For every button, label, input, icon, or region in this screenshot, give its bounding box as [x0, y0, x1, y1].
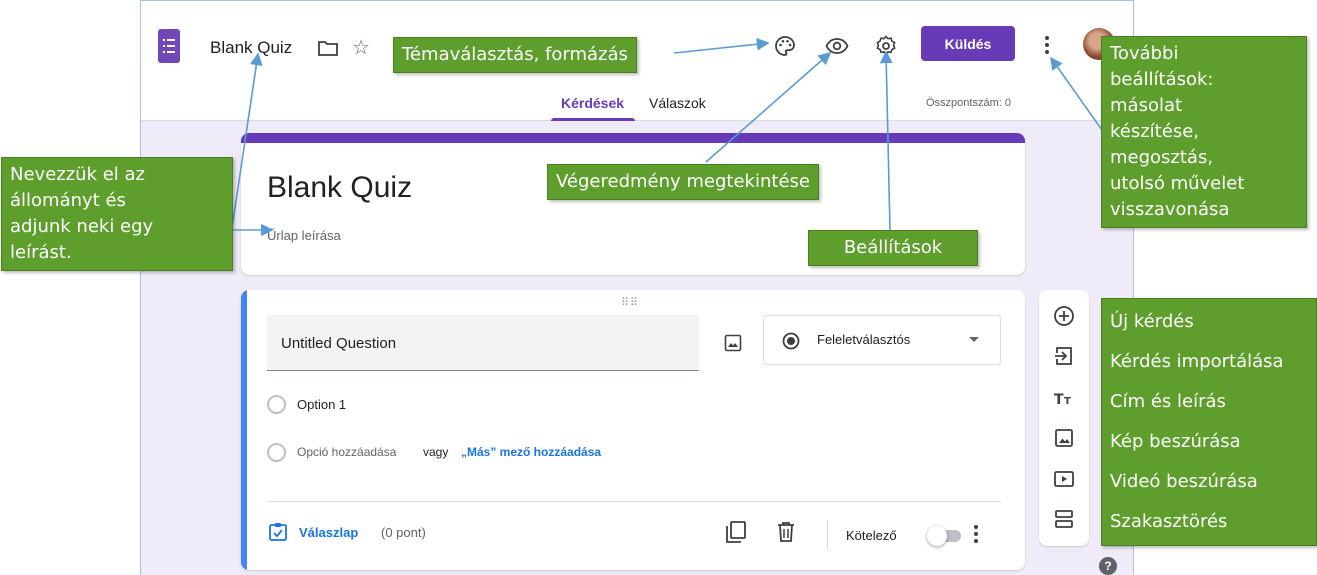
question-card: ⠿⠿ Untitled Question Feleletválasztós Op… [241, 290, 1025, 570]
radio-checked-icon [782, 332, 800, 350]
points-label: (0 pont) [381, 525, 426, 540]
import-icon[interactable] [1053, 345, 1075, 367]
preview-eye-icon[interactable] [825, 34, 849, 58]
question-more-vert-icon[interactable] [971, 524, 981, 544]
required-label: Kötelező [846, 528, 897, 543]
svg-text:T: T [1064, 396, 1071, 407]
add-image-icon[interactable] [724, 334, 742, 352]
callout-tools-line: Kérdés importálása [1110, 351, 1284, 372]
settings-gear-icon[interactable] [874, 34, 898, 58]
chevron-down-icon [969, 337, 979, 342]
question-title-value: Untitled Question [281, 335, 397, 352]
or-label: vagy [423, 445, 449, 459]
google-forms-window: Blank Quiz ☆ Küldés Kérdések Válaszok Ös… [140, 0, 1134, 575]
svg-text:T: T [1054, 392, 1064, 408]
callout-rename-line: leírást. [10, 242, 72, 263]
callout-more-line: másolat [1110, 95, 1183, 116]
question-type-dropdown[interactable]: Feleletválasztós [763, 315, 1001, 365]
callout-more-line: visszavonása [1110, 199, 1230, 220]
callout-tools-line: Új kérdés [1110, 311, 1194, 332]
callout-more-line: megosztás, [1110, 147, 1214, 168]
total-points: Összpontszám: 0 [926, 97, 1011, 109]
callout-more-line: beállítások: [1110, 69, 1214, 90]
callout-tools-line: Szakasztörés [1110, 511, 1228, 532]
required-toggle-thumb[interactable] [927, 526, 947, 546]
callout-settings: Beállítások [808, 230, 978, 266]
option-radio-icon [267, 395, 286, 414]
form-description[interactable]: Űrlap leírása [267, 228, 341, 243]
palette-icon[interactable] [773, 34, 797, 58]
card-divider [267, 501, 1001, 502]
section-icon[interactable] [1053, 508, 1075, 530]
video-icon[interactable] [1053, 468, 1075, 490]
callout-rename-line: Nevezzük el az [10, 164, 145, 185]
image-icon[interactable] [1053, 427, 1075, 449]
trash-icon[interactable] [777, 521, 795, 543]
active-card-indicator [241, 290, 247, 570]
callout-rename: Nevezzük el az állományt és adjunk neki … [1, 157, 233, 271]
callout-more: További beállítások: másolat készítése, … [1101, 36, 1307, 228]
forms-logo-icon[interactable] [158, 29, 180, 63]
form-title[interactable]: Blank Quiz [267, 171, 412, 205]
tab-answers[interactable]: Válaszok [649, 95, 706, 111]
callout-tools: Új kérdés Kérdés importálása Cím és leír… [1101, 298, 1317, 546]
callout-more-line: utolsó művelet [1110, 173, 1245, 194]
top-bar: Blank Quiz ☆ Küldés Kérdések Válaszok Ös… [141, 1, 1133, 121]
callout-tools-line: Kép beszúrása [1110, 431, 1241, 452]
answer-key-icon[interactable] [268, 522, 288, 542]
option-1-label[interactable]: Option 1 [297, 397, 346, 412]
floating-toolbar: T T [1039, 290, 1089, 546]
callout-rename-line: állományt és [10, 190, 126, 211]
star-icon[interactable]: ☆ [352, 38, 370, 58]
footer-divider [827, 520, 828, 550]
title-text-icon[interactable]: T T [1053, 387, 1075, 409]
help-icon[interactable]: ? [1099, 557, 1117, 575]
add-option-link[interactable]: Opció hozzáadása [297, 445, 396, 459]
callout-more-line: készítése, [1110, 121, 1199, 142]
title-card-accent [241, 133, 1025, 143]
duplicate-icon[interactable] [725, 520, 747, 544]
question-title-input[interactable]: Untitled Question [267, 315, 699, 371]
add-option-radio-icon [267, 443, 286, 462]
answer-key-button[interactable]: Válaszlap [299, 525, 358, 540]
add-other-link[interactable]: „Más” mező hozzáadása [461, 445, 601, 459]
callout-rename-line: adjunk neki egy [10, 216, 154, 237]
callout-theme: Témaválasztás, formázás [393, 37, 637, 73]
callout-preview: Végeredmény megtekintése [547, 164, 819, 200]
more-vert-icon[interactable] [1039, 35, 1055, 55]
callout-tools-line: Videó beszúrása [1110, 471, 1258, 492]
drag-handle-icon[interactable]: ⠿⠿ [621, 296, 639, 309]
send-button[interactable]: Küldés [921, 26, 1015, 61]
question-type-label: Feleletválasztós [817, 332, 911, 347]
callout-tools-line: Cím és leírás [1110, 391, 1226, 412]
tab-questions[interactable]: Kérdések [561, 95, 624, 111]
folder-icon[interactable] [318, 40, 338, 56]
active-tab-indicator [551, 118, 635, 121]
add-circle-icon[interactable] [1053, 305, 1075, 327]
document-title[interactable]: Blank Quiz [210, 38, 292, 58]
callout-more-line: További [1110, 43, 1179, 64]
